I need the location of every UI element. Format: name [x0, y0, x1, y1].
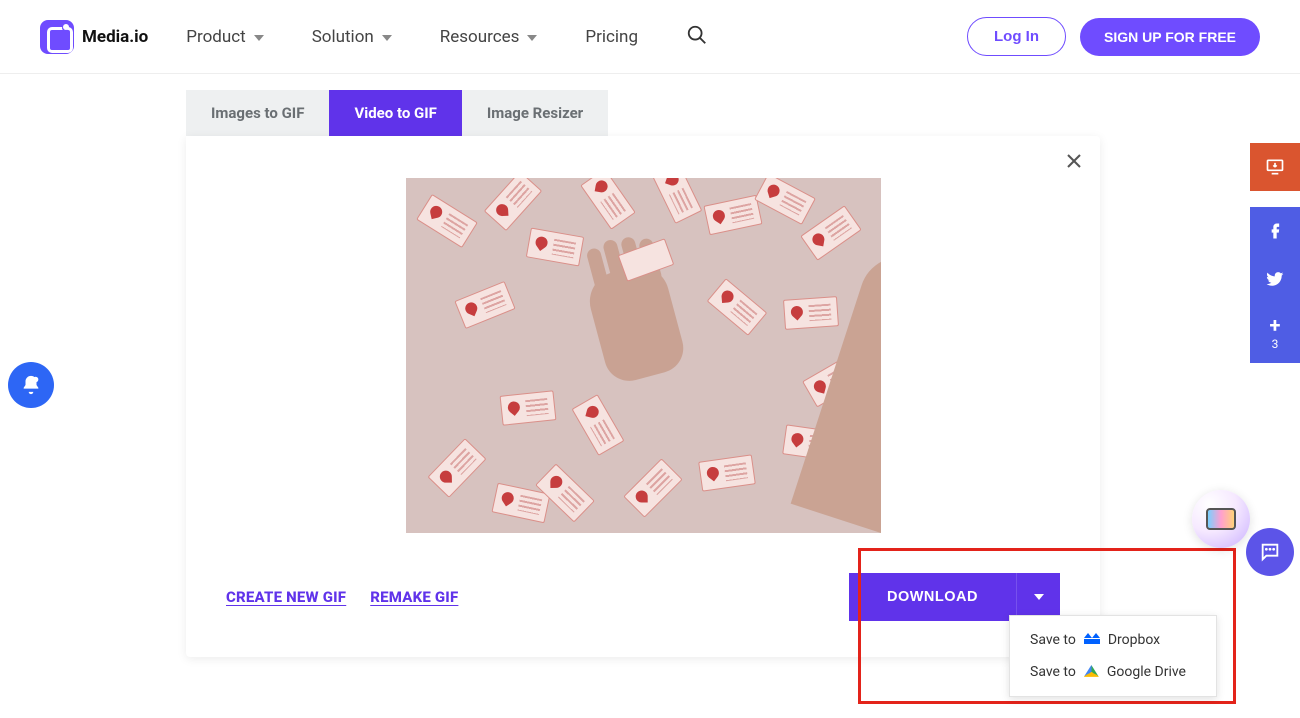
- nav-links: Product Solution Resources Pricing: [186, 27, 638, 47]
- signup-button[interactable]: SIGN UP FOR FREE: [1080, 18, 1260, 56]
- close-icon: [1066, 153, 1082, 169]
- rail-share-more[interactable]: + 3: [1250, 303, 1300, 363]
- tool-tabs: Images to GIF Video to GIF Image Resizer: [186, 90, 1300, 136]
- download-dropdown-menu: Save to Dropbox Save to Google Drive: [1009, 615, 1217, 697]
- search-icon: [686, 24, 708, 46]
- action-row: CREATE NEW GIF REMAKE GIF DOWNLOAD: [186, 573, 1100, 621]
- monitor-download-icon: [1265, 157, 1285, 177]
- nav-resources[interactable]: Resources: [440, 27, 538, 47]
- download-dropdown-toggle[interactable]: [1016, 573, 1060, 621]
- login-button[interactable]: Log In: [967, 17, 1066, 56]
- nav-resources-label: Resources: [440, 27, 520, 47]
- rail-share-facebook[interactable]: [1250, 207, 1300, 255]
- notifications-fab[interactable]: [8, 362, 54, 408]
- twitter-icon: [1265, 269, 1285, 289]
- plus-icon: +: [1270, 315, 1281, 335]
- brand-name: Media.io: [82, 27, 148, 47]
- navbar: Media.io Product Solution Resources Pric…: [0, 0, 1300, 74]
- nav-solution-label: Solution: [312, 27, 374, 47]
- share-rail: + 3: [1250, 143, 1300, 363]
- bell-icon: [20, 374, 42, 396]
- download-button-group: DOWNLOAD: [849, 573, 1060, 621]
- assistant-fab[interactable]: [1192, 490, 1250, 548]
- preview-container: [186, 136, 1100, 533]
- create-new-gif-link[interactable]: CREATE NEW GIF: [226, 588, 346, 606]
- brand-logo-icon: [40, 20, 74, 54]
- nav-solution[interactable]: Solution: [312, 27, 392, 47]
- brand[interactable]: Media.io: [40, 20, 148, 54]
- dropbox-label: Dropbox: [1108, 632, 1160, 648]
- save-to-label: Save to: [1030, 632, 1076, 648]
- chevron-down-icon: [254, 35, 264, 41]
- dropbox-icon: [1084, 633, 1100, 647]
- share-count: 3: [1272, 337, 1279, 351]
- tab-images-to-gif[interactable]: Images to GIF: [186, 90, 329, 136]
- tab-video-to-gif[interactable]: Video to GIF: [329, 90, 461, 136]
- rail-share-twitter[interactable]: [1250, 255, 1300, 303]
- tab-image-resizer[interactable]: Image Resizer: [462, 90, 608, 136]
- nav-product-label: Product: [186, 27, 245, 47]
- nav-product[interactable]: Product: [186, 27, 263, 47]
- result-panel: CREATE NEW GIF REMAKE GIF DOWNLOAD: [186, 136, 1100, 657]
- nav-pricing[interactable]: Pricing: [585, 27, 638, 47]
- chat-icon: [1259, 541, 1281, 563]
- google-drive-icon: [1084, 665, 1099, 679]
- save-to-dropbox-item[interactable]: Save to Dropbox: [1010, 624, 1216, 656]
- gif-preview: [406, 178, 881, 533]
- save-to-google-drive-item[interactable]: Save to Google Drive: [1010, 656, 1216, 688]
- caret-down-icon: [1034, 594, 1044, 600]
- rail-download-app[interactable]: [1250, 143, 1300, 191]
- search-button[interactable]: [686, 24, 708, 50]
- chat-fab[interactable]: [1246, 528, 1294, 576]
- nav-pricing-label: Pricing: [585, 27, 638, 47]
- google-drive-label: Google Drive: [1107, 664, 1186, 680]
- close-button[interactable]: [1066, 150, 1082, 174]
- chevron-down-icon: [527, 35, 537, 41]
- remake-gif-link[interactable]: REMAKE GIF: [370, 588, 458, 606]
- download-button[interactable]: DOWNLOAD: [849, 573, 1016, 621]
- facebook-icon: [1265, 221, 1285, 241]
- assistant-icon: [1206, 508, 1236, 530]
- chevron-down-icon: [382, 35, 392, 41]
- save-to-label: Save to: [1030, 664, 1076, 680]
